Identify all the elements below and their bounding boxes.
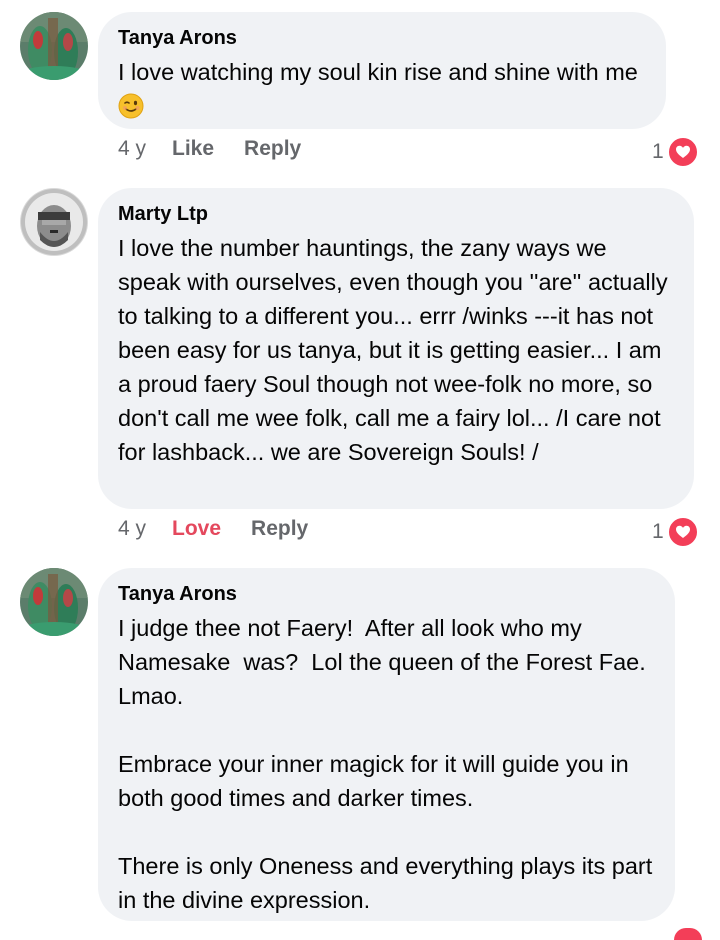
comment-author[interactable]: Tanya Arons bbox=[118, 25, 646, 51]
reply-button[interactable]: Reply bbox=[244, 137, 301, 161]
like-button[interactable]: Like bbox=[172, 137, 214, 161]
avatar[interactable] bbox=[20, 568, 88, 636]
comment-bubble: Tanya Arons I love watching my soul kin … bbox=[98, 12, 666, 129]
comment-text: I love the number hauntings, the zany wa… bbox=[118, 235, 675, 465]
comment-age[interactable]: 4 y bbox=[118, 137, 146, 161]
comment-author[interactable]: Marty Ltp bbox=[118, 201, 674, 227]
comment-author[interactable]: Tanya Arons bbox=[118, 581, 655, 607]
avatar[interactable] bbox=[20, 12, 88, 80]
comment-paragraph: There is only Oneness and everything pla… bbox=[118, 853, 659, 913]
comment-age[interactable]: 4 y bbox=[118, 517, 146, 541]
reaction-count: 1 bbox=[652, 140, 664, 163]
reaction-summary[interactable]: 1 bbox=[652, 136, 699, 168]
heart-icon bbox=[666, 136, 699, 168]
comment-bubble: Marty Ltp I love the number hauntings, t… bbox=[98, 188, 694, 509]
comment-paragraph: Embrace your inner magick for it will gu… bbox=[118, 751, 636, 811]
reaction-count: 1 bbox=[652, 520, 664, 543]
reaction-summary[interactable]: 1 bbox=[652, 516, 699, 548]
reply-button[interactable]: Reply bbox=[251, 517, 308, 541]
comment-actions: 4 y Like Reply bbox=[118, 137, 301, 161]
love-button[interactable]: Love bbox=[172, 517, 221, 541]
comment-text: I love watching my soul kin rise and shi… bbox=[118, 55, 646, 128]
comment-actions: 4 y Love Reply bbox=[118, 517, 308, 541]
reaction-badge-partial bbox=[674, 928, 702, 940]
avatar[interactable] bbox=[20, 188, 88, 256]
winking-face-emoji bbox=[118, 93, 144, 128]
comment-paragraph: I judge thee not Faery! After all look w… bbox=[118, 615, 659, 709]
heart-icon bbox=[666, 516, 699, 548]
comment-bubble: Tanya Arons I judge thee not Faery! Afte… bbox=[98, 568, 675, 921]
